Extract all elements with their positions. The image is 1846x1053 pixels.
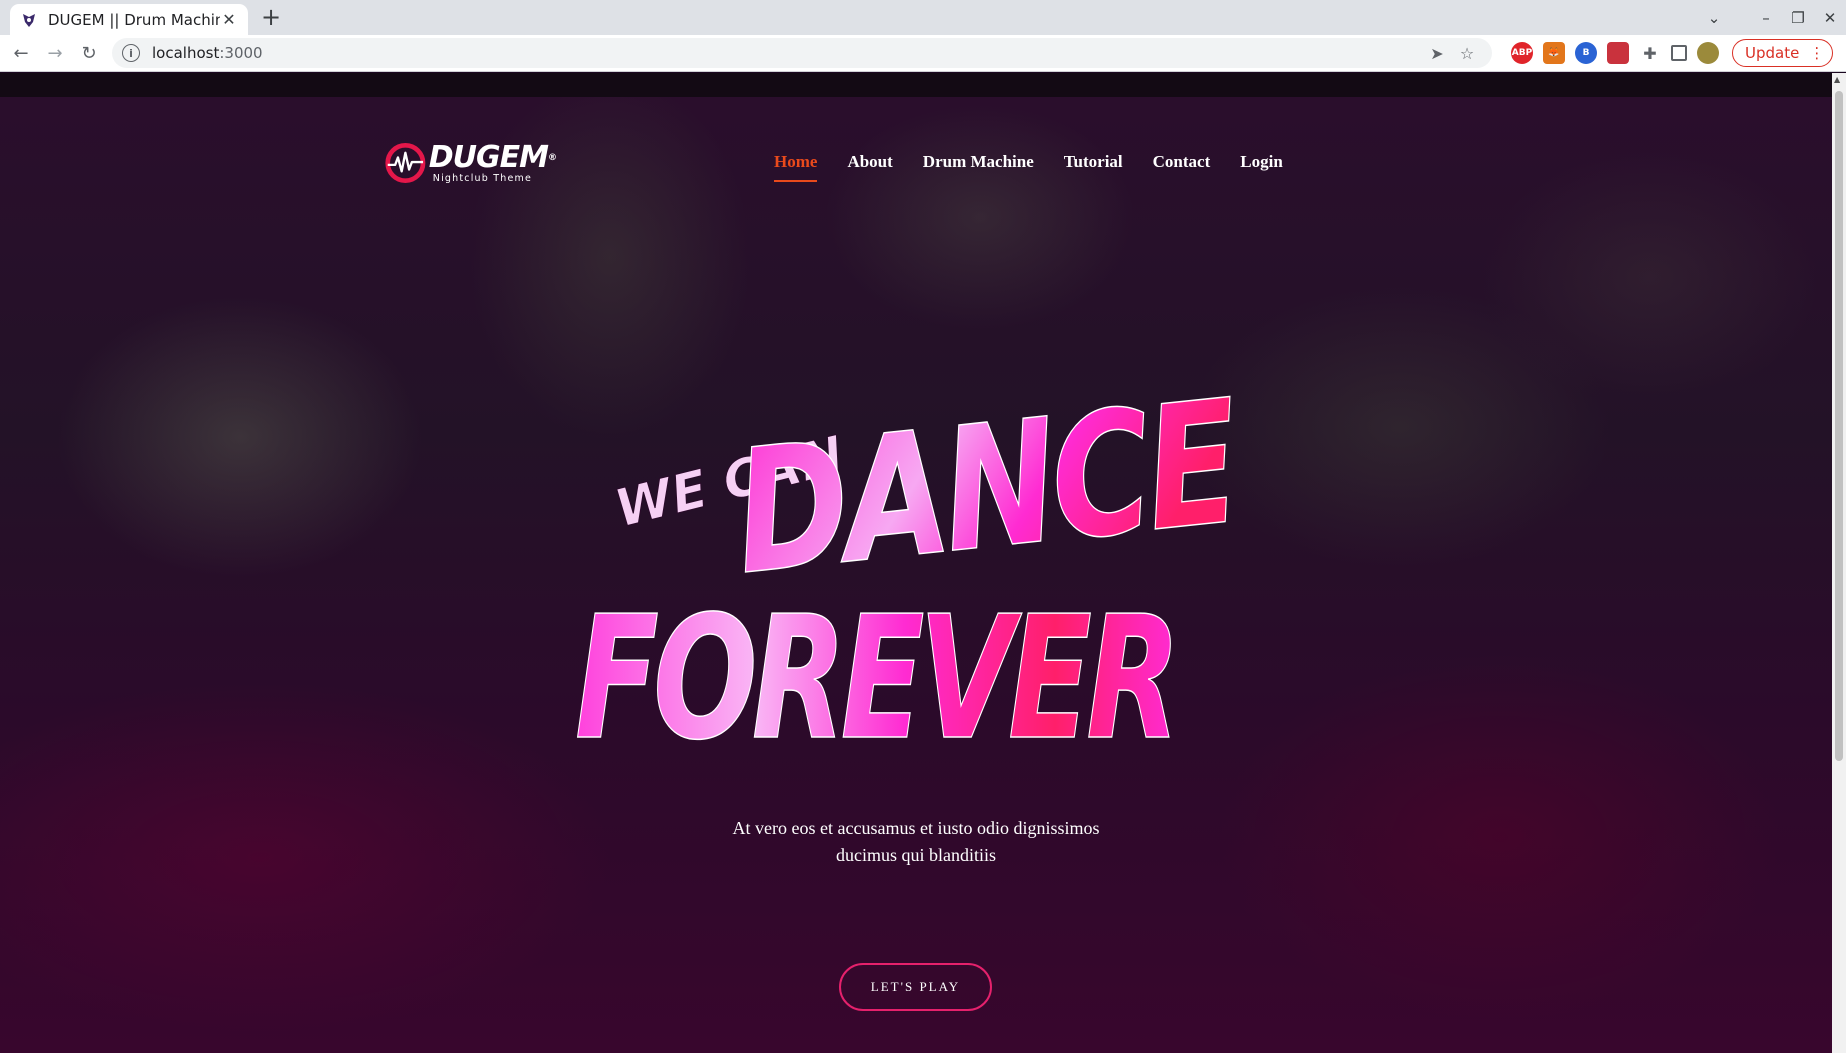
hero-subtitle: At vero eos et accusamus et iusto odio d… — [732, 818, 1100, 865]
site-header: DUGEM® Nightclub Theme Home About Drum M… — [0, 97, 1832, 217]
metamask-icon[interactable]: 🦊 — [1543, 42, 1565, 64]
scroll-thumb[interactable] — [1835, 91, 1843, 761]
lets-play-button[interactable]: LET'S PLAY — [839, 963, 992, 1011]
tab-title: DUGEM || Drum Machine — [48, 10, 220, 29]
url-host: localhost — [152, 44, 220, 62]
browser-tab[interactable]: DUGEM || Drum Machine ✕ — [10, 4, 248, 35]
update-label: Update — [1745, 44, 1800, 62]
logo-tagline: Nightclub Theme — [432, 172, 532, 184]
site-logo[interactable]: DUGEM® Nightclub Theme — [384, 137, 557, 189]
update-button[interactable]: Update ⋮ — [1732, 39, 1834, 67]
hero-line-dance: DANCE — [726, 364, 1247, 614]
tab-close-icon[interactable]: ✕ — [220, 10, 238, 29]
red-extension-icon[interactable] — [1607, 42, 1629, 64]
puzzle-extensions-icon[interactable]: ✚ — [1639, 42, 1661, 64]
nav-drum-machine[interactable]: Drum Machine — [923, 152, 1034, 182]
browser-toolbar: ← → ↻ i localhost:3000 ➤ ☆ ABP 🦊 B ✚ Upd… — [0, 35, 1846, 72]
new-tab-button[interactable]: + — [258, 4, 284, 30]
kebab-menu-icon[interactable]: ⋮ — [1809, 44, 1824, 62]
top-strip — [0, 73, 1832, 97]
site-info-icon[interactable]: i — [122, 44, 140, 62]
url-port: :3000 — [219, 44, 263, 62]
hero-line-forever: FOREVER — [575, 580, 1175, 778]
logo-text: DUGEM® Nightclub Theme — [428, 139, 557, 184]
forward-icon[interactable]: → — [38, 38, 72, 68]
hero-section: DUGEM® Nightclub Theme Home About Drum M… — [0, 97, 1832, 1053]
back-icon[interactable]: ← — [4, 38, 38, 68]
main-nav: Home About Drum Machine Tutorial Contact… — [774, 152, 1283, 182]
nav-login[interactable]: Login — [1240, 152, 1283, 182]
send-icon[interactable]: ➤ — [1422, 44, 1452, 63]
hero-title-graphic: WE CAN DANCE FOREVER — [574, 363, 1248, 779]
hero-text: At vero eos et accusamus et iusto odio d… — [0, 815, 1832, 869]
nav-about[interactable]: About — [847, 152, 892, 182]
bookmark-star-icon[interactable]: ☆ — [1452, 44, 1482, 63]
tab-search-chevron-icon[interactable]: ⌄ — [1698, 9, 1730, 27]
restore-icon[interactable]: ❐ — [1782, 9, 1814, 27]
site-favicon-icon — [20, 11, 38, 29]
reload-icon[interactable]: ↻ — [72, 38, 106, 68]
minimize-icon[interactable]: – — [1750, 9, 1782, 27]
close-window-icon[interactable]: ✕ — [1814, 9, 1846, 27]
address-bar[interactable]: i localhost:3000 ➤ ☆ — [112, 38, 1492, 68]
logo-wordmark: DUGEM — [428, 139, 549, 175]
profile-avatar[interactable] — [1697, 42, 1719, 64]
nav-tutorial[interactable]: Tutorial — [1064, 152, 1123, 182]
logo-pulse-icon — [385, 143, 426, 183]
b-extension-icon[interactable]: B — [1575, 42, 1597, 64]
side-panel-icon[interactable] — [1671, 45, 1687, 61]
nav-contact[interactable]: Contact — [1153, 152, 1211, 182]
logo-registered-mark: ® — [548, 152, 557, 163]
logo-word: DUGEM® — [428, 139, 557, 175]
window-controls: ⌄ – ❐ ✕ — [1698, 0, 1846, 35]
extensions-area: ABP 🦊 B ✚ — [1506, 42, 1724, 64]
scroll-up-icon[interactable]: ▲ — [1834, 75, 1840, 84]
page-scrollbar[interactable]: ▲ — [1832, 73, 1846, 1053]
adblock-icon[interactable]: ABP — [1511, 42, 1533, 64]
nav-home[interactable]: Home — [774, 152, 818, 182]
url-text[interactable]: localhost:3000 — [152, 44, 1422, 62]
page-viewport: DUGEM® Nightclub Theme Home About Drum M… — [0, 73, 1832, 1053]
browser-tabbar: DUGEM || Drum Machine ✕ + ⌄ – ❐ ✕ — [0, 0, 1846, 35]
